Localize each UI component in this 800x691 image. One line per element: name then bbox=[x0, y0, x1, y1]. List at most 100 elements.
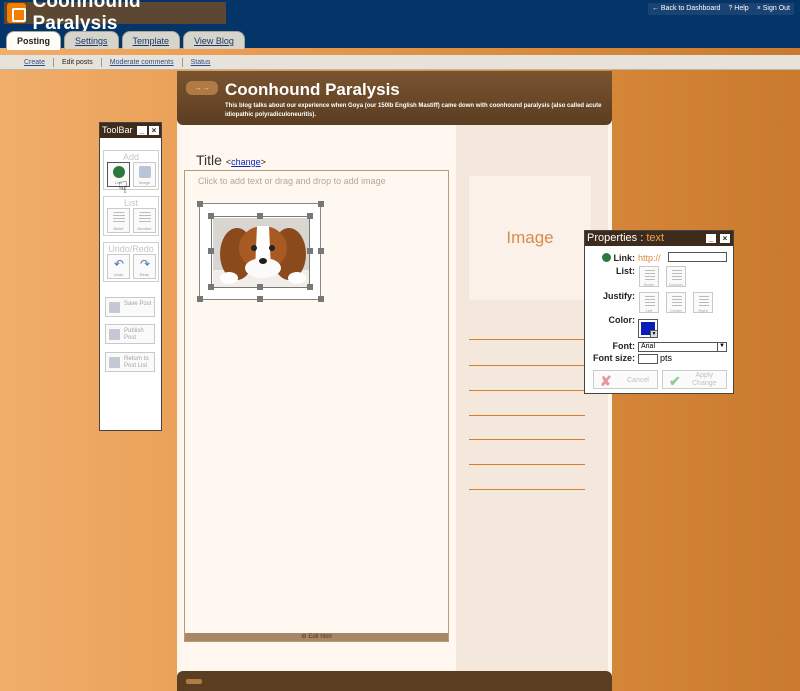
sign-out-link[interactable]: × Sign Out bbox=[757, 3, 790, 15]
chevron-down-icon[interactable]: ▼ bbox=[650, 330, 658, 338]
properties-header[interactable]: Properties : text _ × bbox=[585, 231, 733, 246]
bullet-list-button[interactable]: Bullet bbox=[639, 266, 659, 287]
link-prefix: http:// bbox=[638, 253, 661, 263]
sidebar-image-placeholder[interactable]: Image bbox=[469, 176, 591, 300]
justify-center-button[interactable]: Center bbox=[666, 292, 686, 313]
properties-panel[interactable]: Properties : text _ × Link: http:// List… bbox=[584, 230, 734, 394]
sub-nav: Create Edit posts Moderate comments Stat… bbox=[0, 55, 800, 70]
close-icon[interactable]: × bbox=[720, 234, 730, 243]
arrow-icon[interactable]: →→ bbox=[186, 81, 218, 95]
close-icon[interactable]: × bbox=[149, 126, 159, 135]
sidebar-column: Image bbox=[456, 125, 608, 671]
tab-template[interactable]: Template bbox=[121, 31, 181, 49]
justify-right-button[interactable]: Right bbox=[693, 292, 713, 313]
bullet-label: Bullet bbox=[113, 226, 124, 231]
header-blog-title: Coonhound Paralysis bbox=[32, 0, 141, 34]
publish-post-button[interactable]: Publish Post bbox=[105, 324, 155, 344]
resize-handle[interactable] bbox=[197, 201, 203, 207]
apply-change-button[interactable]: ✔ Apply Change bbox=[662, 370, 727, 389]
return-label-2: Post List bbox=[124, 363, 148, 369]
publish-icon bbox=[109, 329, 120, 340]
justify-center-label: Center bbox=[669, 308, 682, 313]
resize-handle[interactable] bbox=[318, 248, 324, 254]
toolbar-title: ToolBar bbox=[102, 125, 133, 135]
sidebar-line bbox=[469, 390, 585, 391]
tab-view-blog[interactable]: View Blog bbox=[183, 31, 245, 49]
properties-title-accent: text bbox=[646, 232, 665, 244]
number-list-icon bbox=[672, 270, 682, 280]
help-link[interactable]: ? Help bbox=[728, 3, 748, 15]
number-label: Number bbox=[668, 282, 684, 287]
redo-button[interactable]: ↷ Redo bbox=[133, 254, 156, 279]
resize-handle[interactable] bbox=[307, 284, 313, 290]
properties-title: Properties : bbox=[587, 232, 647, 244]
undo-label: Undo bbox=[113, 272, 124, 277]
blog-header: →→ Coonhound Paralysis This blog talks a… bbox=[177, 71, 612, 125]
redo-icon: ↷ bbox=[139, 257, 151, 271]
undo-icon: ↶ bbox=[113, 257, 125, 271]
chevron-down-icon[interactable]: ▼ bbox=[717, 342, 726, 352]
return-to-post-list-button[interactable]: Return to Post List bbox=[105, 352, 155, 372]
post-editor[interactable]: Click to add text or drag and drop to ad… bbox=[184, 170, 449, 642]
add-group-label: Add bbox=[122, 152, 139, 162]
font-select[interactable]: Arial ▼ bbox=[638, 342, 727, 352]
footer-arrow-icon[interactable]: → bbox=[186, 679, 202, 684]
align-left-icon bbox=[645, 296, 655, 306]
return-icon bbox=[109, 357, 120, 368]
subnav-edit-posts[interactable]: Edit posts bbox=[54, 59, 101, 66]
font-size-input[interactable] bbox=[638, 354, 658, 364]
image-frame[interactable] bbox=[197, 201, 324, 302]
minimize-icon[interactable]: _ bbox=[137, 126, 147, 135]
resize-handle[interactable] bbox=[257, 284, 263, 290]
blogger-logo-icon[interactable] bbox=[7, 3, 27, 23]
resize-handle[interactable] bbox=[318, 296, 324, 302]
font-value: Arial bbox=[641, 343, 656, 350]
puppy-photo[interactable] bbox=[213, 218, 309, 287]
number-list-button[interactable]: Number bbox=[133, 208, 156, 233]
undo-button[interactable]: ↶ Undo bbox=[107, 254, 130, 279]
add-image-button[interactable]: Image bbox=[133, 162, 156, 187]
blog-description: This blog talks about our experience whe… bbox=[225, 103, 602, 118]
subnav-moderate-comments[interactable]: Moderate comments bbox=[102, 59, 182, 66]
color-picker[interactable]: ▼ bbox=[638, 319, 658, 338]
resize-handle[interactable] bbox=[257, 213, 263, 219]
resize-handle[interactable] bbox=[208, 284, 214, 290]
color-label: Color: bbox=[608, 315, 636, 325]
tab-posting[interactable]: Posting bbox=[6, 31, 61, 50]
subnav-create[interactable]: Create bbox=[16, 59, 53, 66]
resize-handle[interactable] bbox=[257, 296, 263, 302]
toolbar-list-group: List Bullet Number bbox=[103, 196, 159, 236]
justify-left-button[interactable]: Left bbox=[639, 292, 659, 313]
bullet-list-button[interactable]: Bullet bbox=[107, 208, 130, 233]
back-to-dashboard-link[interactable]: ← Back to Dashboard bbox=[652, 3, 721, 15]
toolbar-panel[interactable]: ToolBar _ × Add Link Image List Bullet N… bbox=[99, 122, 162, 431]
cancel-button[interactable]: ✘ Cancel bbox=[593, 370, 658, 389]
edit-html-bar[interactable]: ⚙ Edit html bbox=[185, 633, 448, 641]
bullet-label: Bullet bbox=[643, 282, 654, 287]
subnav-status[interactable]: Status bbox=[183, 59, 219, 66]
blog-preview: →→ Coonhound Paralysis This blog talks a… bbox=[177, 71, 612, 691]
sign-out-label: Sign Out bbox=[762, 5, 790, 12]
resize-handle[interactable] bbox=[318, 201, 324, 207]
resize-handle[interactable] bbox=[208, 213, 214, 219]
resize-handle[interactable] bbox=[208, 248, 214, 254]
hand-cursor-icon: ☟ bbox=[118, 180, 128, 197]
image-selection[interactable] bbox=[211, 216, 310, 288]
tab-settings[interactable]: Settings bbox=[64, 31, 119, 49]
number-list-button[interactable]: Number bbox=[666, 266, 686, 287]
help-label: Help bbox=[734, 5, 749, 12]
minimize-icon[interactable]: _ bbox=[706, 234, 716, 243]
resize-handle[interactable] bbox=[197, 296, 203, 302]
resize-handle[interactable] bbox=[307, 213, 313, 219]
edit-html-label: Edit html bbox=[308, 634, 332, 640]
redo-label: Redo bbox=[139, 272, 150, 277]
toolbar-add-group: Add Link Image bbox=[103, 150, 159, 190]
header-brand: Coonhound Paralysis bbox=[4, 0, 226, 34]
change-title-link[interactable]: change bbox=[231, 157, 261, 167]
link-input[interactable] bbox=[668, 252, 727, 262]
font-label: Font: bbox=[612, 341, 636, 351]
resize-handle[interactable] bbox=[307, 248, 313, 254]
toolbar-header[interactable]: ToolBar _ × bbox=[100, 123, 161, 138]
number-list-icon bbox=[139, 212, 151, 224]
save-post-button[interactable]: Save Post bbox=[105, 297, 155, 317]
